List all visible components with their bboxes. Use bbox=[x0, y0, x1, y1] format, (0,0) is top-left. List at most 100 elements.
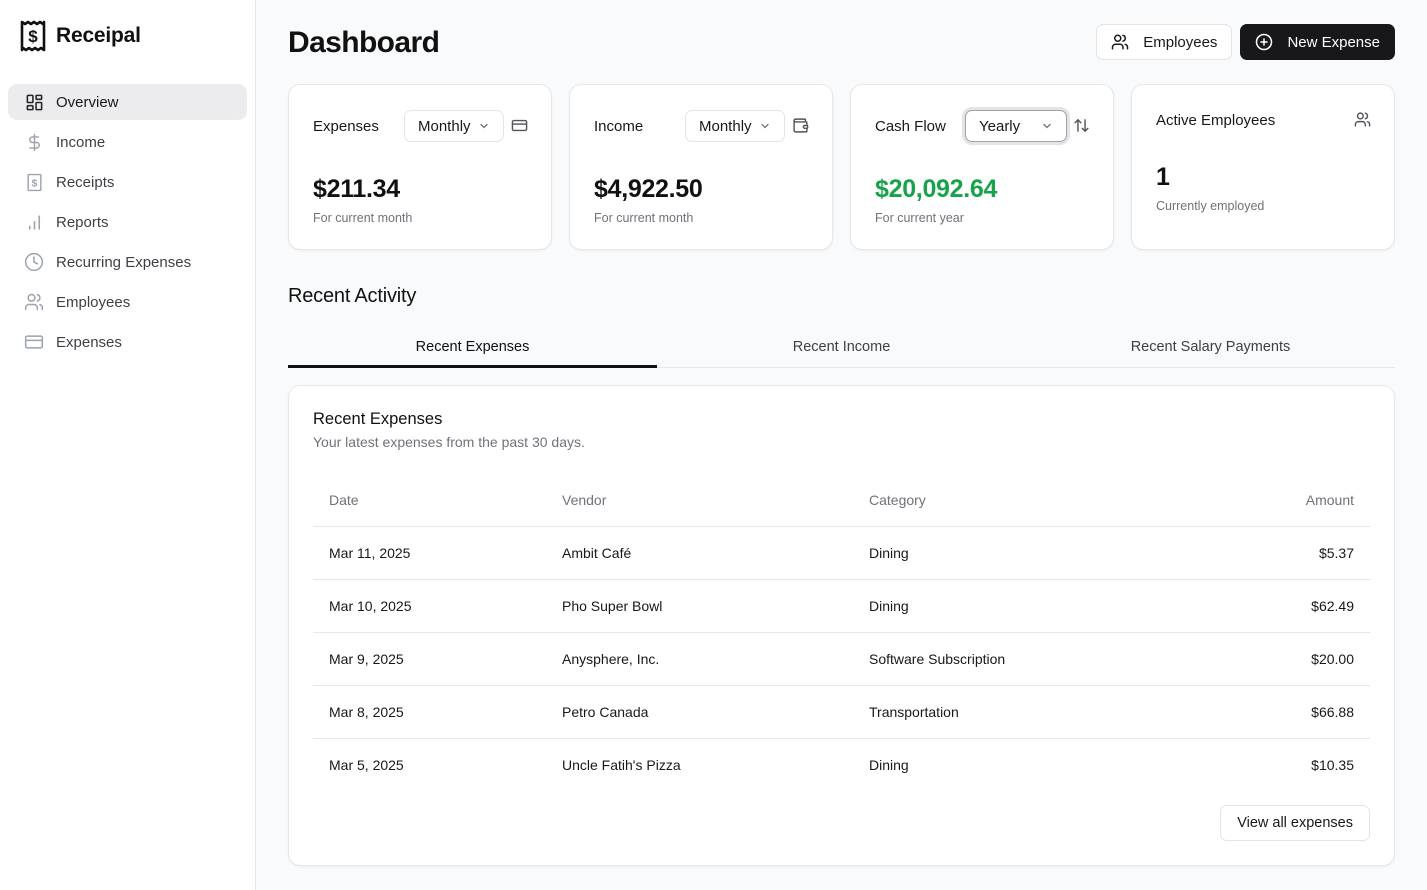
cell-category: Dining bbox=[869, 756, 909, 773]
column-header-vendor: Vendor bbox=[562, 474, 869, 527]
cell-amount: $10.35 bbox=[1311, 756, 1354, 773]
sidebar-item-employees[interactable]: Employees bbox=[8, 284, 247, 320]
arrow-up-down-icon bbox=[1073, 117, 1091, 135]
new-expense-button-label: New Expense bbox=[1287, 33, 1380, 51]
clock-icon bbox=[24, 252, 44, 272]
select-value: Monthly bbox=[699, 117, 752, 135]
receipt-logo-icon: $ bbox=[20, 20, 46, 52]
users-icon bbox=[1111, 33, 1129, 51]
cell-category: Dining bbox=[869, 579, 1169, 633]
card-subtitle: Currently employed bbox=[1156, 199, 1265, 213]
cell-category: Software Subscription bbox=[869, 632, 1169, 686]
sidebar-item-expenses[interactable]: Expenses bbox=[8, 324, 247, 360]
cell-date: Mar 9, 2025 bbox=[313, 632, 562, 686]
sidebar-item-recurring-expenses[interactable]: Recurring Expenses bbox=[8, 244, 247, 280]
active-employees-value: 1 bbox=[1156, 163, 1170, 191]
cell-vendor: Petro Canada bbox=[562, 685, 869, 739]
receipt-icon: $ bbox=[24, 172, 44, 192]
card-title: Expenses bbox=[313, 118, 379, 135]
expenses-card: Expenses Monthly $211.34 For current mon… bbox=[288, 84, 552, 250]
header-actions: Employees New Expense bbox=[1096, 24, 1395, 60]
plus-circle-icon bbox=[1255, 33, 1273, 51]
cell-amount: $20.00 bbox=[1169, 632, 1370, 686]
expenses-value: $211.34 bbox=[313, 175, 400, 203]
sidebar-item-receipts[interactable]: $ Receipts bbox=[8, 164, 247, 200]
sidebar-item-overview[interactable]: Overview bbox=[8, 84, 247, 120]
sidebar-item-reports[interactable]: Reports bbox=[8, 204, 247, 240]
wallet-icon bbox=[792, 117, 810, 135]
cell-amount: $5.37 bbox=[1169, 526, 1370, 580]
expenses-period-select[interactable]: Monthly bbox=[404, 110, 504, 142]
sidebar-nav: Overview Income $ Receipts Reports Recur… bbox=[8, 84, 247, 364]
card-title: Cash Flow bbox=[875, 118, 946, 135]
employees-button-label: Employees bbox=[1143, 33, 1218, 51]
chevron-down-icon bbox=[1041, 120, 1053, 132]
credit-card-icon bbox=[24, 332, 44, 352]
recent-expenses-panel: Recent Expenses Your latest expenses fro… bbox=[288, 385, 1395, 866]
page-title: Dashboard bbox=[288, 26, 440, 59]
table-row[interactable]: Mar 8, 2025 Petro Canada Transportation … bbox=[313, 685, 1370, 739]
users-icon bbox=[1354, 111, 1372, 129]
chevron-down-icon bbox=[478, 120, 490, 132]
column-header-date: Date bbox=[313, 474, 562, 527]
card-title: Active Employees bbox=[1156, 112, 1276, 129]
sidebar-item-income[interactable]: Income bbox=[8, 124, 247, 160]
table-row[interactable]: Mar 11, 2025 Ambit Café Dining $5.37 bbox=[313, 526, 1370, 580]
income-card: Income Monthly $4,922.50 For current mon… bbox=[569, 84, 833, 250]
cell-date: Mar 11, 2025 bbox=[313, 526, 562, 580]
tab-recent-income[interactable]: Recent Income bbox=[657, 326, 1026, 367]
recent-activity-title: Recent Activity bbox=[288, 285, 417, 307]
sidebar-item-label: Overview bbox=[56, 93, 119, 111]
sidebar-item-label: Recurring Expenses bbox=[56, 253, 192, 271]
cell-vendor: Ambit Café bbox=[562, 526, 869, 580]
cell-amount: $66.88 bbox=[1169, 685, 1370, 739]
column-header-amount: Amount bbox=[1169, 474, 1370, 527]
panel-description: Your latest expenses from the past 30 da… bbox=[313, 434, 585, 450]
layout-dashboard-icon bbox=[24, 92, 44, 112]
cell-vendor: Pho Super Bowl bbox=[562, 579, 869, 633]
panel-title: Recent Expenses bbox=[313, 410, 443, 428]
dollar-sign-icon bbox=[24, 132, 44, 152]
income-period-select[interactable]: Monthly bbox=[685, 110, 785, 142]
sidebar-item-label: Reports bbox=[56, 213, 109, 231]
income-value: $4,922.50 bbox=[594, 175, 703, 203]
tab-recent-salary-payments[interactable]: Recent Salary Payments bbox=[1026, 326, 1395, 367]
select-value: Yearly bbox=[979, 117, 1021, 135]
sidebar-item-label: Employees bbox=[56, 293, 131, 311]
card-subtitle: For current month bbox=[313, 211, 413, 225]
svg-text:$: $ bbox=[31, 178, 37, 189]
cash-flow-card: Cash Flow Yearly $20,092.64 For current … bbox=[850, 84, 1114, 250]
table-row[interactable]: Mar 10, 2025 Pho Super Bowl Dining $62.4… bbox=[313, 579, 1370, 633]
expenses-table: Date Vendor Category Amount Mar 11, 2025… bbox=[313, 474, 1370, 791]
cell-amount: $62.49 bbox=[1169, 579, 1370, 633]
sidebar-item-label: Receipts bbox=[56, 173, 115, 191]
cell-date: Mar 8, 2025 bbox=[313, 685, 562, 739]
table-header-row: Date Vendor Category Amount bbox=[313, 474, 1370, 527]
employees-button[interactable]: Employees bbox=[1096, 24, 1233, 60]
users-icon bbox=[24, 292, 44, 312]
active-employees-card: Active Employees 1 Currently employed bbox=[1131, 84, 1395, 250]
card-subtitle: For current year bbox=[875, 211, 964, 225]
card-title: Income bbox=[594, 118, 644, 135]
credit-card-icon bbox=[511, 117, 529, 135]
card-subtitle: For current month bbox=[594, 211, 694, 225]
summary-cards: Expenses Monthly $211.34 For current mon… bbox=[288, 84, 1395, 250]
view-all-expenses-button[interactable]: View all expenses bbox=[1220, 805, 1370, 841]
table-row[interactable]: Mar 5, 2025 Uncle Fatih's Pizza Dining $… bbox=[313, 738, 1370, 791]
tab-recent-expenses[interactable]: Recent Expenses bbox=[288, 326, 657, 368]
cell-date: Mar 5, 2025 bbox=[329, 756, 404, 773]
cell-vendor: Anysphere, Inc. bbox=[562, 632, 869, 686]
cash-flow-period-select[interactable]: Yearly bbox=[965, 110, 1067, 142]
cash-flow-value: $20,092.64 bbox=[875, 175, 998, 203]
bar-chart-icon bbox=[24, 212, 44, 232]
cell-category: Dining bbox=[869, 526, 1169, 580]
sidebar-item-label: Expenses bbox=[56, 333, 122, 351]
column-header-category: Category bbox=[869, 474, 1169, 527]
recent-activity-tabs: Recent Expenses Recent Income Recent Sal… bbox=[288, 326, 1395, 368]
brand[interactable]: $ Receipal bbox=[20, 20, 141, 52]
cell-vendor: Uncle Fatih's Pizza bbox=[562, 756, 681, 773]
table-row[interactable]: Mar 9, 2025 Anysphere, Inc. Software Sub… bbox=[313, 632, 1370, 686]
new-expense-button[interactable]: New Expense bbox=[1240, 24, 1395, 60]
svg-text:$: $ bbox=[28, 27, 38, 46]
chevron-down-icon bbox=[759, 120, 771, 132]
